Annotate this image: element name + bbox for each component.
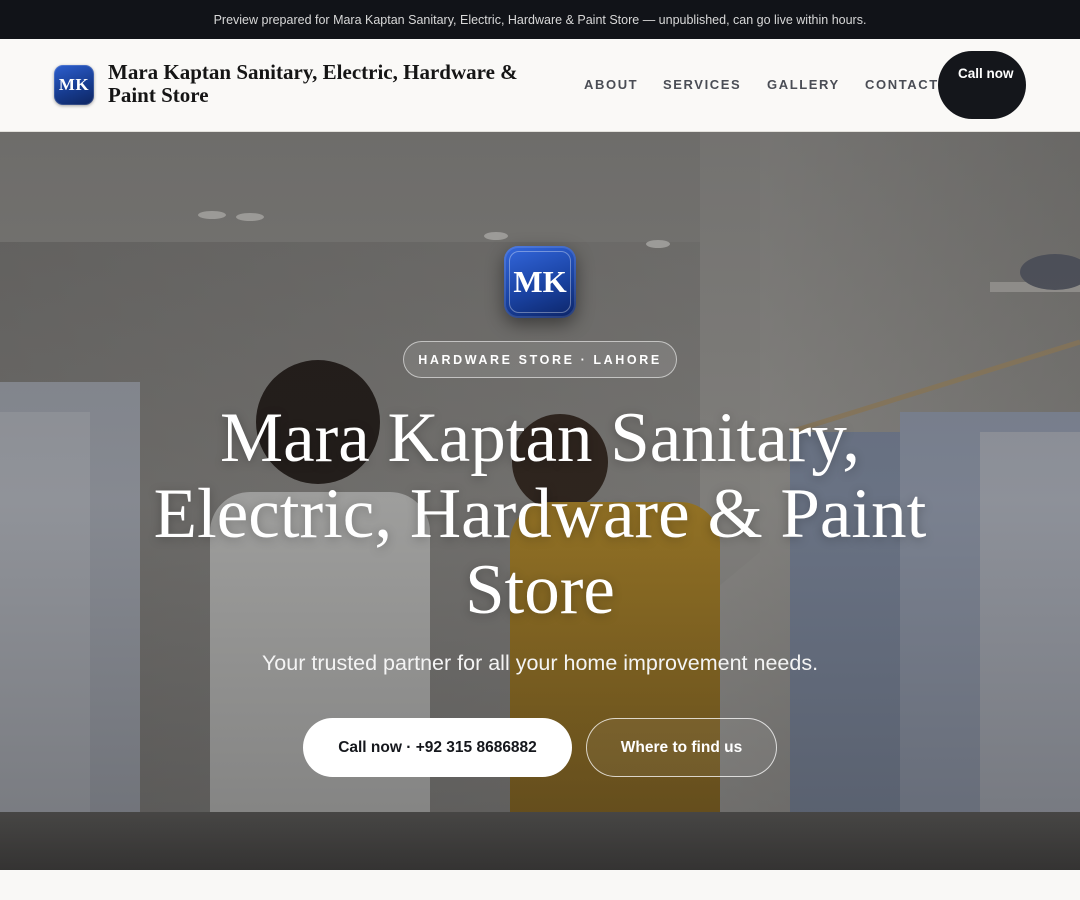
hero-subtitle: Your trusted partner for all your home i… — [261, 651, 819, 675]
hero-title: Mara Kaptan Sanitary, Electric, Hardware… — [153, 399, 927, 629]
brand-name[interactable]: Mara Kaptan Sanitary, Electric, Hardware… — [108, 61, 568, 107]
nav-services[interactable]: Services — [663, 77, 741, 92]
hero-logo-icon: MK — [504, 246, 576, 318]
nav-gallery[interactable]: Gallery — [767, 77, 840, 92]
nav-about[interactable]: About — [584, 77, 638, 92]
hero-section: MK HARDWARE STORE · LAHORE Mara Kaptan S… — [0, 132, 1080, 870]
hero-eyebrow-badge: HARDWARE STORE · LAHORE — [403, 341, 677, 378]
nav-contact[interactable]: Contact — [865, 77, 939, 92]
hero-find-us-button[interactable]: Where to find us — [586, 718, 777, 777]
logo-icon[interactable]: MK — [54, 65, 94, 105]
hero-logo-initials: MK — [509, 251, 571, 313]
next-section — [0, 870, 1080, 900]
preview-banner: Preview prepared for Mara Kaptan Sanitar… — [0, 0, 1080, 39]
header-call-button[interactable]: Call now — [938, 51, 1026, 119]
preview-banner-text: Preview prepared for Mara Kaptan Sanitar… — [213, 12, 867, 27]
logo-initials: MK — [58, 75, 90, 94]
hero-call-button[interactable]: Call now · +92 315 8686882 — [303, 718, 572, 777]
site-header: MK Mara Kaptan Sanitary, Electric, Hardw… — [0, 39, 1080, 132]
